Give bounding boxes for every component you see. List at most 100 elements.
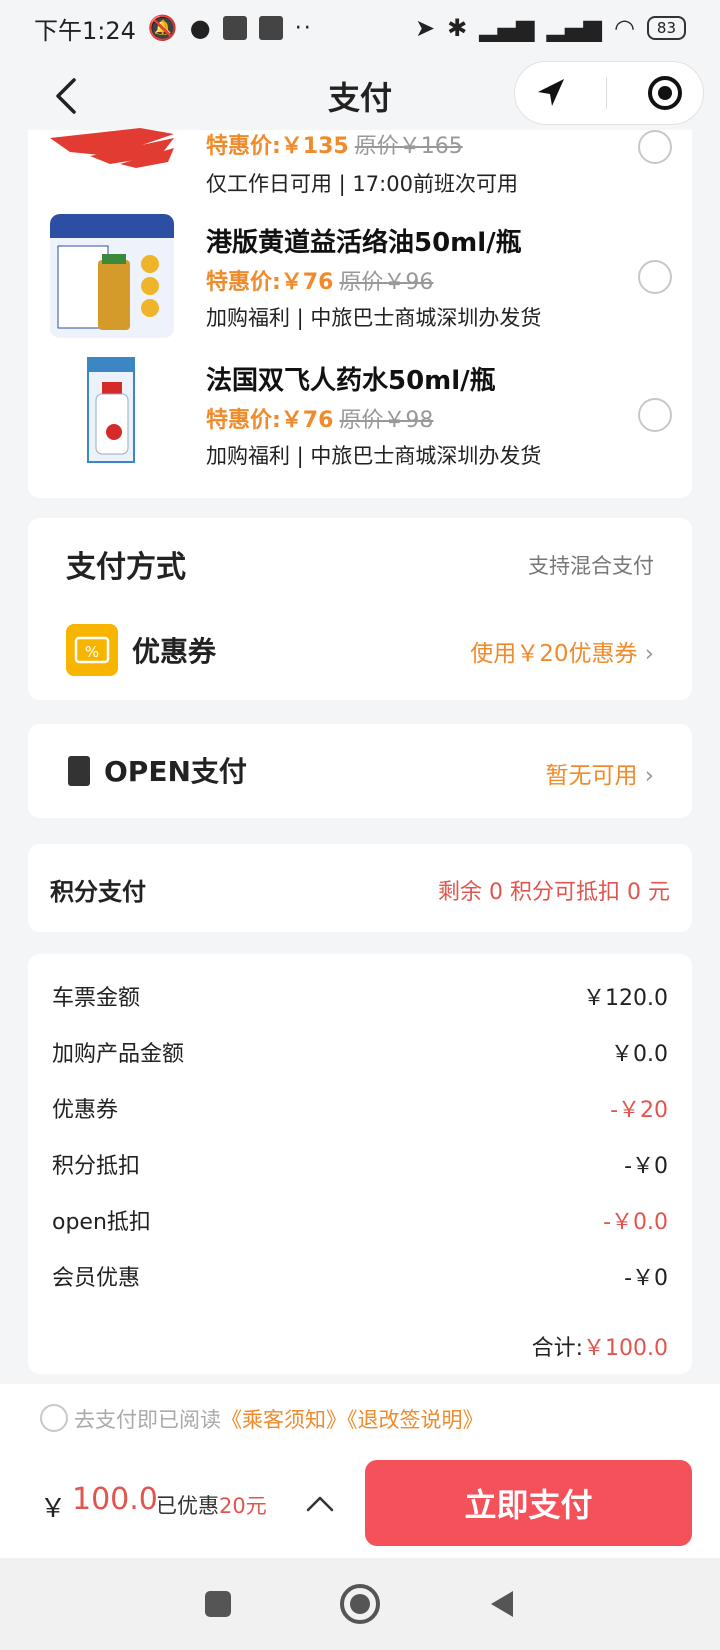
chat-icon: ● bbox=[189, 14, 211, 42]
total-value: ￥100.0 bbox=[583, 1336, 668, 1361]
agreement-row: 去支付即已阅读《乘客须知》《退改签说明》 bbox=[0, 1384, 720, 1450]
coupon-value: 使用￥20优惠券 bbox=[470, 641, 638, 667]
coupon-label: 优惠券 bbox=[132, 635, 217, 668]
page-title: 支付 bbox=[327, 79, 392, 117]
summary-total: 合计:￥100.0 bbox=[532, 1330, 668, 1362]
product-image bbox=[50, 214, 174, 338]
special-price: 特惠价:￥76 bbox=[206, 408, 334, 433]
product-name: 法国双飞人药水50ml/瓶 bbox=[206, 366, 496, 396]
points-pay-label: 积分支付 bbox=[50, 878, 146, 906]
addon-products-card: 特惠价:￥135 原价￥165 仅工作日可用 | 17:00前班次可用 港版黄道益… bbox=[28, 128, 692, 498]
product-price: 特惠价:￥135 原价￥165 bbox=[206, 128, 463, 160]
summary-label: 车票金额 bbox=[52, 986, 141, 1011]
product-select-radio[interactable] bbox=[638, 398, 672, 432]
capsule-divider bbox=[606, 77, 608, 109]
price-summary-card: 车票金额 ￥120.0 加购产品金额 ￥0.0 优惠券 -￥20 积分抵扣 -￥… bbox=[28, 954, 692, 1374]
special-price: 特惠价:￥76 bbox=[206, 270, 334, 295]
open-pay-card[interactable]: OPEN支付 暂无可用 › bbox=[28, 724, 692, 818]
special-price: 特惠价:￥135 bbox=[206, 134, 349, 159]
coupon-icon: % bbox=[66, 624, 118, 676]
status-right: ➤ ✱ ▂▄▆ ▂▄▆ ◠ 83 bbox=[415, 14, 686, 42]
notification-icon bbox=[258, 16, 283, 40]
product-name: 港版黄道益活络油50ml/瓶 bbox=[206, 228, 522, 258]
summary-row: 加购产品金额 ￥0.0 bbox=[52, 1032, 668, 1072]
summary-value: -￥0.0 bbox=[603, 1210, 668, 1235]
home-icon[interactable] bbox=[338, 1582, 382, 1626]
system-nav-bar bbox=[0, 1558, 720, 1650]
product-item[interactable]: 港版黄道益活络油50ml/瓶 特惠价:￥76 原价￥96 加购福利 | 中旅巴士商… bbox=[28, 214, 692, 344]
agreement-text: 去支付即已阅读《乘客须知》《退改签说明》 bbox=[74, 1404, 484, 1434]
recent-apps-icon[interactable] bbox=[201, 1587, 235, 1621]
signal-icon: ▂▄▆ bbox=[546, 14, 602, 42]
pay-bar: ￥ 100.0 已优惠20元 立即支付 bbox=[0, 1450, 720, 1558]
summary-value: -￥0 bbox=[624, 1266, 668, 1291]
signal-icon: ▂▄▆ bbox=[479, 14, 535, 42]
open-pay-value: 暂无可用 › bbox=[545, 756, 654, 790]
agreement-checkbox[interactable] bbox=[40, 1404, 68, 1432]
status-bar: 下午1:24 🔕 ● ·· ➤ ✱ ▂▄▆ ▂▄▆ ◠ 83 bbox=[0, 0, 720, 56]
saved-prefix: 已优惠 bbox=[156, 1494, 219, 1518]
notification-icon bbox=[222, 16, 247, 40]
summary-row: 优惠券 -￥20 bbox=[52, 1088, 668, 1128]
currency-symbol: ￥ bbox=[40, 1494, 67, 1524]
summary-value: -￥20 bbox=[610, 1098, 668, 1123]
pay-now-button[interactable]: 立即支付 bbox=[365, 1460, 692, 1546]
summary-value: -￥0 bbox=[624, 1154, 668, 1179]
summary-label: 会员优惠 bbox=[52, 1266, 141, 1291]
more-icon: ·· bbox=[294, 15, 313, 41]
total-label: 合计: bbox=[531, 1336, 584, 1361]
original-price: 原价￥98 bbox=[339, 408, 434, 433]
chevron-up-icon[interactable] bbox=[302, 1488, 338, 1518]
summary-value: ￥0.0 bbox=[611, 1042, 668, 1067]
passenger-notice-link[interactable]: 《乘客须知》 bbox=[221, 1408, 347, 1432]
wifi-icon: ◠ bbox=[613, 14, 635, 42]
summary-label: 积分抵扣 bbox=[52, 1154, 141, 1179]
summary-label: 加购产品金额 bbox=[52, 1042, 185, 1067]
close-target-icon[interactable] bbox=[646, 74, 684, 112]
summary-row: 会员优惠 -￥0 bbox=[52, 1256, 668, 1296]
product-select-radio[interactable] bbox=[638, 130, 672, 164]
summary-row: 车票金额 ￥120.0 bbox=[52, 976, 668, 1016]
payment-method-card: 支付方式 支持混合支付 % 优惠券 使用￥20优惠券 › bbox=[28, 518, 692, 700]
product-logo-image bbox=[50, 108, 174, 182]
battery-icon: 83 bbox=[646, 16, 686, 40]
product-note: 仅工作日可用 | 17:00前班次可用 bbox=[206, 172, 518, 196]
product-item[interactable]: 法国双飞人药水50ml/瓶 特惠价:￥76 原价￥98 加购福利 | 中旅巴士商城… bbox=[28, 352, 692, 482]
summary-label: open抵扣 bbox=[52, 1210, 151, 1235]
pay-amount: 100.0 bbox=[72, 1482, 158, 1517]
saved-amount: 已优惠20元 bbox=[156, 1490, 267, 1520]
summary-row: 积分抵扣 -￥0 bbox=[52, 1144, 668, 1184]
product-image bbox=[50, 352, 174, 476]
original-price: 原价￥165 bbox=[354, 134, 463, 159]
bluetooth-icon: ✱ bbox=[447, 14, 468, 42]
status-time: 下午1:24 bbox=[34, 16, 136, 45]
product-price: 特惠价:￥76 原价￥96 bbox=[206, 264, 433, 296]
refund-policy-link[interactable]: 《退改签说明》 bbox=[347, 1408, 484, 1432]
status-left: 下午1:24 🔕 ● ·· bbox=[34, 11, 313, 46]
open-pay-label: OPEN支付 bbox=[104, 755, 247, 788]
summary-row: open抵扣 -￥0.0 bbox=[52, 1200, 668, 1240]
back-nav-icon[interactable] bbox=[485, 1587, 519, 1621]
summary-label: 优惠券 bbox=[52, 1098, 119, 1123]
mute-icon: 🔕 bbox=[147, 14, 178, 42]
navigate-icon[interactable] bbox=[534, 76, 568, 110]
points-pay-card[interactable]: 积分支付 剩余 0 积分可抵扣 0 元 bbox=[28, 844, 692, 932]
ticket-icon bbox=[68, 756, 90, 786]
product-note: 加购福利 | 中旅巴士商城深圳办发货 bbox=[206, 444, 542, 468]
svg-text:%: % bbox=[85, 643, 99, 661]
open-pay-status: 暂无可用 bbox=[545, 763, 638, 789]
chevron-right-icon: › bbox=[644, 763, 654, 789]
product-price: 特惠价:￥76 原价￥98 bbox=[206, 402, 433, 434]
coupon-select-link[interactable]: 使用￥20优惠券 › bbox=[470, 634, 654, 668]
saved-value: 20元 bbox=[219, 1494, 267, 1518]
mixed-payment-hint: 支持混合支付 bbox=[528, 554, 654, 578]
original-price: 原价￥96 bbox=[339, 270, 434, 295]
points-pay-value: 剩余 0 积分可抵扣 0 元 bbox=[438, 880, 670, 905]
agreement-prefix: 去支付即已阅读 bbox=[74, 1408, 221, 1432]
product-select-radio[interactable] bbox=[638, 260, 672, 294]
location-icon: ➤ bbox=[414, 14, 436, 42]
chevron-right-icon: › bbox=[644, 641, 654, 667]
payment-method-title: 支付方式 bbox=[66, 550, 186, 585]
summary-value: ￥120.0 bbox=[583, 986, 668, 1011]
product-note: 加购福利 | 中旅巴士商城深圳办发货 bbox=[206, 306, 542, 330]
